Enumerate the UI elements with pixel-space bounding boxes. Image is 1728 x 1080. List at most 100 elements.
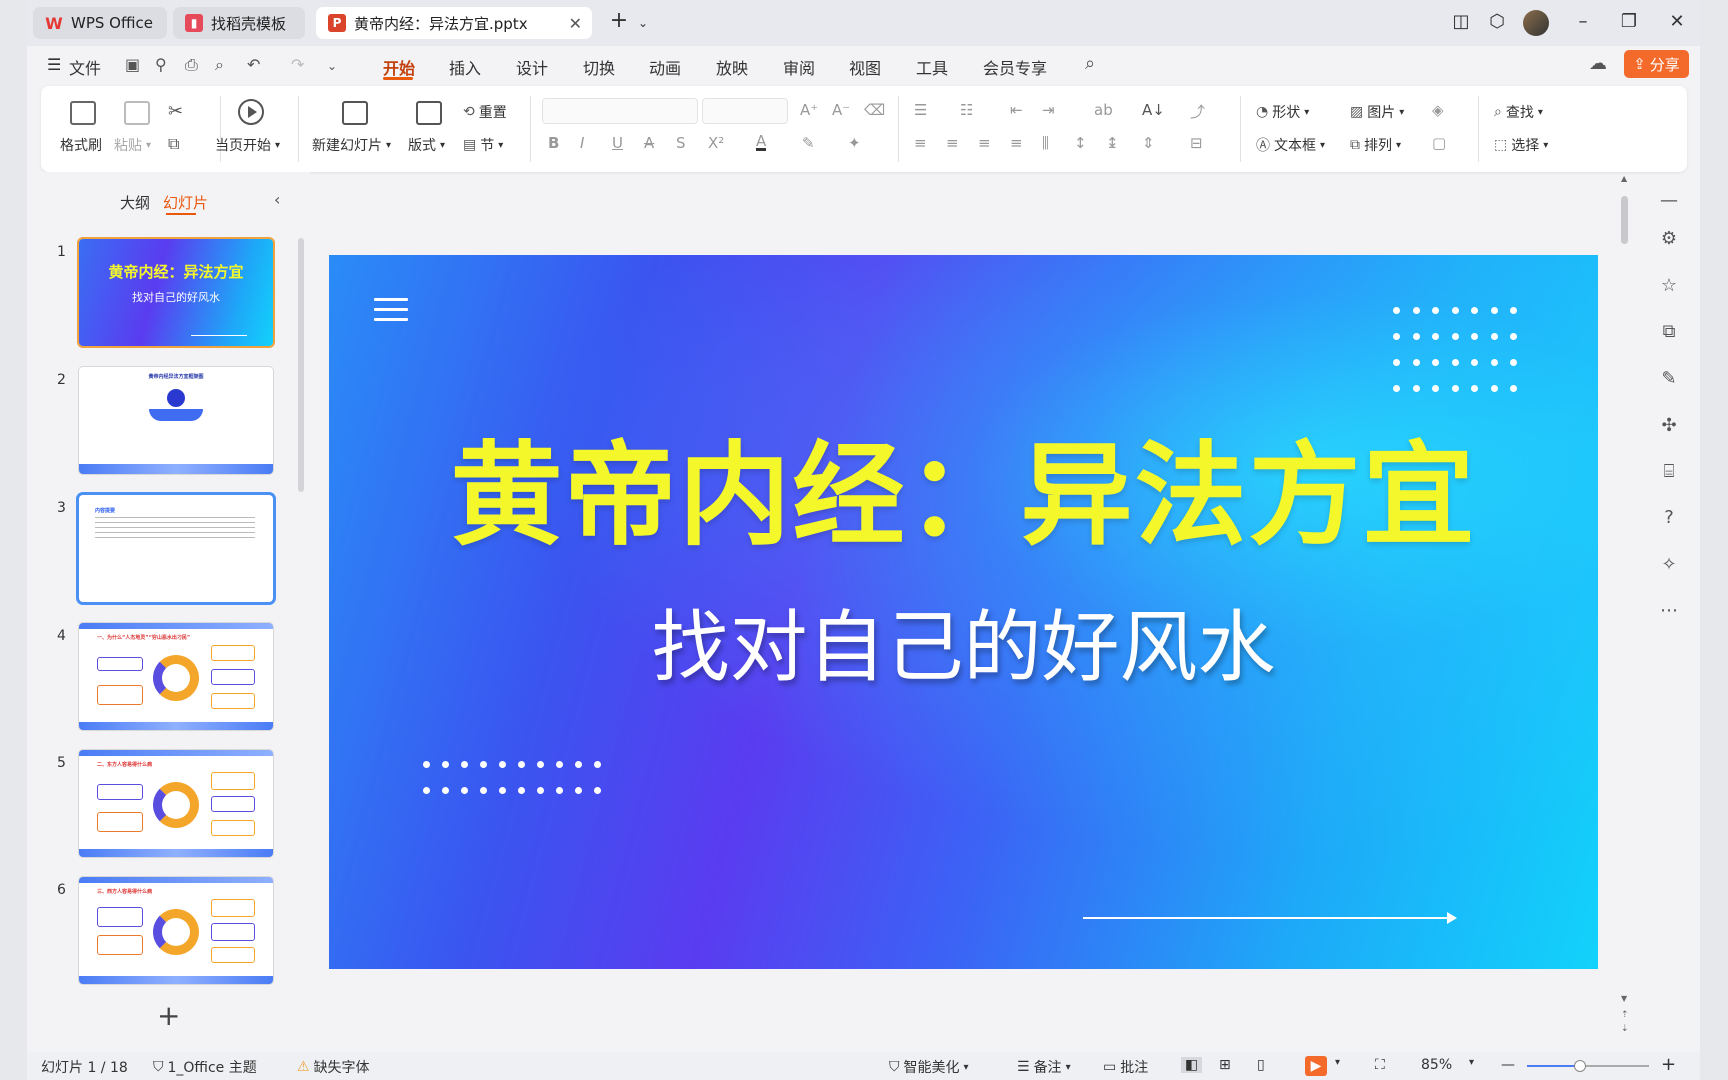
search-icon[interactable]: ⌕ (1085, 53, 1095, 74)
underline-icon[interactable]: U (612, 134, 623, 152)
distribute-icon[interactable]: ⫼ (1042, 134, 1049, 152)
fit-window-icon[interactable]: ⛶ (1375, 1057, 1385, 1073)
convert-icon[interactable]: ⤴ (1190, 101, 1205, 122)
font-size-select[interactable] (702, 98, 788, 124)
menu-review[interactable]: 审阅 (783, 55, 815, 79)
link-icon[interactable]: ⚲ (155, 55, 167, 74)
tab-wps-office[interactable]: W WPS Office (33, 7, 167, 39)
slideshow-play-icon[interactable]: ▶ (1305, 1056, 1327, 1076)
scroll-up-icon[interactable]: ▲ (1621, 174, 1627, 183)
normal-view-icon[interactable]: ◧ (1181, 1057, 1203, 1073)
fill-icon[interactable]: ◈ (1432, 101, 1444, 119)
copy-icon[interactable]: ⧉ (168, 134, 179, 154)
paragraph-spacing-icon[interactable]: ↨ (1106, 134, 1119, 152)
tab-docer[interactable]: ▮ 找稻壳模板 (173, 7, 305, 39)
grow-font-icon[interactable]: A⁺ (800, 101, 818, 119)
missing-font-button[interactable]: ⚠ 缺失字体 (297, 1057, 370, 1077)
tab-outline[interactable]: 大纲 (120, 192, 150, 213)
menu-member[interactable]: 会员专享 (983, 55, 1047, 79)
bold-icon[interactable]: B (548, 134, 559, 152)
new-tab-icon[interactable]: + (607, 8, 631, 33)
section-button[interactable]: ▤ 节 ▾ (463, 135, 503, 155)
star-icon[interactable]: ☆ (1655, 271, 1683, 299)
hamburger-icon[interactable]: ☰ (47, 55, 61, 74)
minimize-icon[interactable]: – (1571, 11, 1595, 32)
tab-current-document[interactable]: P 黄帝内经：异法方宜.pptx ✕ (316, 7, 592, 39)
menu-insert[interactable]: 插入 (449, 55, 481, 79)
menu-design[interactable]: 设计 (516, 55, 548, 79)
align-left-icon[interactable]: ≡ (914, 134, 927, 152)
scroll-down-icon[interactable]: ▼ (1621, 994, 1627, 1003)
zoom-level[interactable]: 85% (1421, 1057, 1452, 1073)
reset-button[interactable]: ⟲ 重置 (463, 102, 507, 122)
menu-home[interactable]: 开始 (383, 55, 415, 79)
theme-button[interactable]: ⛉ 1_Office 主题 (153, 1057, 257, 1077)
text-direction-icon[interactable]: ab (1094, 101, 1113, 119)
increase-indent-icon[interactable]: ⇥ (1042, 101, 1055, 119)
align-right-icon[interactable]: ≡ (978, 134, 991, 152)
print-icon[interactable]: ⎙ (185, 55, 198, 75)
close-window-icon[interactable]: ✕ (1665, 11, 1689, 32)
more-icon[interactable]: ⋯ (1655, 596, 1683, 624)
slide-subtitle[interactable]: 找对自己的好风水 (329, 585, 1598, 697)
menu-animations[interactable]: 动画 (649, 55, 681, 79)
outline-icon[interactable]: ▢ (1432, 134, 1446, 152)
scroll-thumb[interactable] (1621, 196, 1628, 244)
strikethrough-icon[interactable]: A (644, 134, 654, 152)
slide-thumbnail-2[interactable]: 黄帝内经异法方宜框架图 (79, 367, 273, 474)
menu-tools[interactable]: 工具 (916, 55, 948, 79)
ai-icon[interactable]: ✧ (1655, 550, 1683, 578)
slide-canvas[interactable]: 黄帝内经：异法方宜 找对自己的好风水 (329, 255, 1598, 969)
more-chevron-icon[interactable]: ⌄ (327, 59, 337, 73)
shrink-font-icon[interactable]: A⁻ (832, 101, 850, 119)
slide-thumbnail-1[interactable]: 黄帝内经：异法方宜 找对自己的好风水 (79, 239, 273, 346)
line-spacing-icon[interactable]: ↕ (1074, 134, 1087, 152)
book-search-icon[interactable]: ⌸ (1655, 457, 1683, 485)
text-align-icon[interactable]: ⊟ (1190, 134, 1203, 152)
next-slide-icon[interactable]: ⇣ (1621, 1024, 1629, 1034)
sort-icon[interactable]: A↓ (1142, 101, 1165, 119)
picture-button[interactable]: ▨ 图片 ▾ (1350, 102, 1404, 122)
shadow-icon[interactable]: S (676, 134, 686, 152)
save-icon[interactable]: ▣ (125, 55, 140, 74)
notes-button[interactable]: ☰ 备注 ▾ (1017, 1057, 1071, 1077)
add-slide-button[interactable]: + (157, 1002, 180, 1030)
start-current-slide-button[interactable]: 当页开始 ▾ (215, 135, 280, 155)
cut-icon[interactable]: ✂ (168, 101, 183, 122)
menu-slideshow[interactable]: 放映 (716, 55, 748, 79)
panel-scrollbar[interactable] (298, 238, 304, 492)
menu-view[interactable]: 视图 (849, 55, 881, 79)
format-painter-button[interactable]: 格式刷 (60, 135, 102, 155)
slide-thumbnail-3[interactable]: 内容提要 (79, 495, 273, 602)
redo-icon[interactable]: ↷ (291, 55, 304, 74)
align-center-icon[interactable]: ≡ (946, 134, 959, 152)
text-effects-icon[interactable]: ✦ (848, 134, 861, 152)
find-button[interactable]: ⌕ 查找 ▾ (1494, 102, 1543, 122)
editor-scrollbar[interactable]: ▲ ▼ ⇡ ⇣ (1618, 172, 1632, 1042)
paste-button[interactable]: 粘贴 ▾ (114, 135, 151, 155)
cloud-sync-icon[interactable]: ☁ (1589, 53, 1607, 74)
italic-icon[interactable]: I (580, 134, 584, 152)
collapse-sidebar-icon[interactable]: — (1655, 186, 1683, 214)
avatar[interactable] (1523, 10, 1549, 36)
reading-view-icon[interactable]: ▯ (1257, 1057, 1265, 1073)
slide-thumbnail-5[interactable]: 二、东方人容易得什么病 (79, 750, 273, 857)
cube-icon[interactable]: ⬡ (1485, 11, 1509, 32)
chevron-down-icon[interactable]: ⌄ (631, 16, 655, 30)
smart-beautify-button[interactable]: ⛉ 智能美化 ▾ (889, 1057, 969, 1077)
share-button[interactable]: ⇪ 分享 (1624, 50, 1689, 78)
close-tab-icon[interactable]: ✕ (569, 14, 582, 33)
print-preview-icon[interactable]: ⌕ (215, 55, 224, 75)
prev-slide-icon[interactable]: ⇡ (1621, 1010, 1629, 1020)
decrease-indent-icon[interactable]: ⇤ (1010, 101, 1023, 119)
design-icon[interactable]: ✎ (1655, 364, 1683, 392)
numbering-icon[interactable]: ☷ (960, 101, 973, 119)
properties-icon[interactable]: ⚙ (1655, 224, 1683, 252)
select-button[interactable]: ⬚ 选择 ▾ (1494, 135, 1548, 155)
layout-button[interactable]: 版式 ▾ (408, 135, 445, 155)
panel-layout-icon[interactable]: ◫ (1449, 11, 1473, 32)
font-color-icon[interactable]: A (756, 134, 767, 151)
zoom-out-icon[interactable]: — (1501, 1057, 1515, 1073)
spacing-menu-icon[interactable]: ⇕ (1142, 134, 1155, 152)
copy-layers-icon[interactable]: ⧉ (1655, 317, 1683, 345)
